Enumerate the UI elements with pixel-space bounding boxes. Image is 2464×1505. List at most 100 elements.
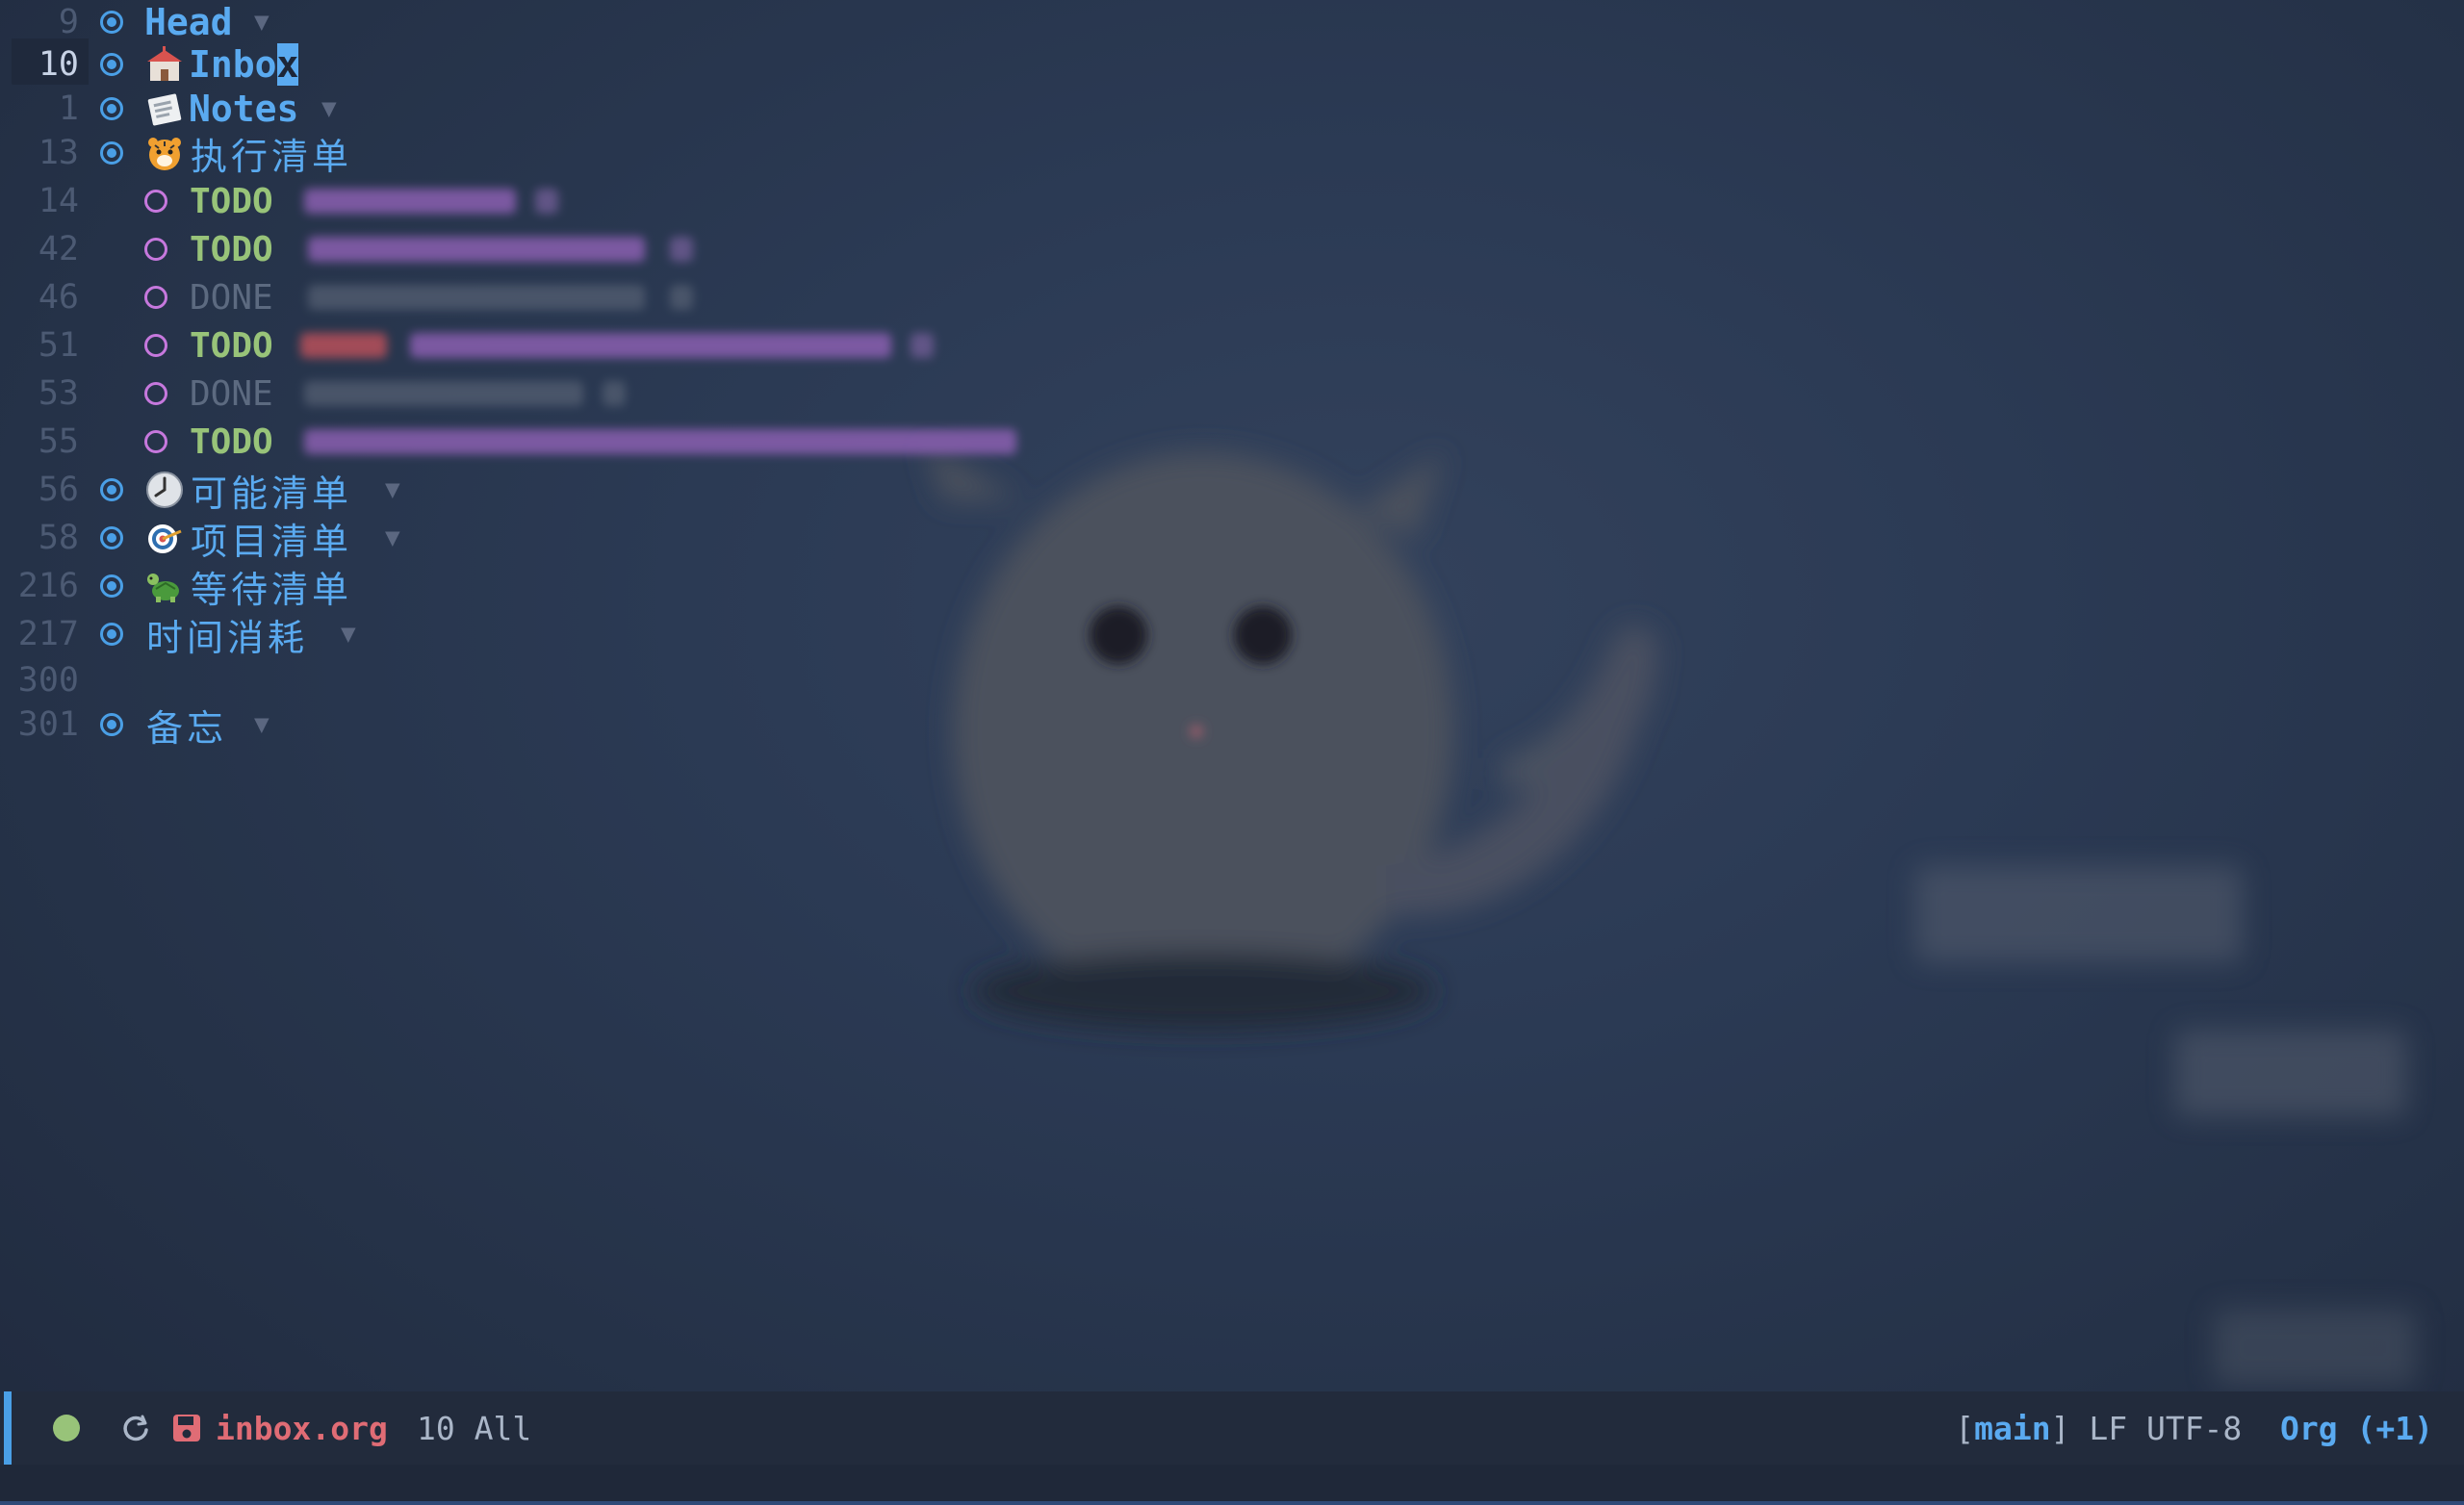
task-row[interactable]: 46 DONE: [0, 275, 1251, 319]
outline-row[interactable]: 217 时间消耗 ▼: [0, 612, 1251, 659]
redacted-task-text: [304, 381, 583, 406]
cursor-position: 10 All: [417, 1409, 532, 1447]
line-number: 9: [58, 3, 79, 41]
heading-text[interactable]: Head: [144, 1, 233, 43]
sync-icon[interactable]: [121, 1414, 150, 1442]
outline-row[interactable]: 1 Notes ▼: [0, 87, 1251, 131]
task-row[interactable]: 53 DONE: [0, 371, 1251, 416]
git-branch[interactable]: main: [1974, 1410, 2050, 1447]
heading-bullet-icon: [100, 713, 123, 736]
heading-bullet-icon: [100, 478, 123, 501]
redacted-task-text: [308, 237, 645, 262]
file-encoding[interactable]: UTF-8: [2146, 1410, 2242, 1447]
heading-bullet-icon: [100, 141, 123, 165]
tiger-emoji-icon: [148, 138, 181, 170]
turtle-emoji-icon: [147, 574, 179, 602]
task-row[interactable]: 55 TODO: [0, 420, 1251, 464]
task-bullet-icon: [144, 430, 167, 453]
redacted-task-text: [670, 237, 693, 262]
todo-keyword[interactable]: TODO: [190, 326, 273, 366]
heading-text[interactable]: Inbox: [189, 43, 299, 86]
redacted-task-text: [911, 333, 934, 358]
done-keyword[interactable]: DONE: [190, 374, 273, 414]
outline-row[interactable]: 9 Head ▼: [0, 0, 1251, 44]
fold-indicator-icon[interactable]: ▼: [385, 475, 400, 504]
task-bullet-icon: [144, 334, 167, 357]
todo-keyword[interactable]: TODO: [190, 230, 273, 269]
task-bullet-icon: [144, 382, 167, 405]
task-row[interactable]: 42 TODO: [0, 227, 1251, 271]
redacted-task-text: [670, 285, 693, 310]
redacted-task-text: [410, 333, 891, 358]
line-number: 300: [17, 661, 79, 700]
buffer-filename[interactable]: inbox.org: [216, 1410, 388, 1447]
org-buffer[interactable]: 9 Head ▼ 10 Inbox 1 Notes ▼ 13 执行清单 14 T…: [0, 0, 2464, 1386]
line-number: 58: [38, 519, 79, 557]
school-emoji-icon: [147, 46, 182, 81]
line-number: 46: [38, 278, 79, 317]
mode-line: inbox.org 10 All [main] LF UTF-8 Org (+1…: [0, 1391, 2464, 1465]
line-number: 51: [38, 326, 79, 365]
line-number: 216: [17, 567, 79, 605]
target-emoji-icon: [148, 524, 182, 553]
line-number: 10: [38, 45, 79, 84]
line-ending[interactable]: LF: [2089, 1410, 2127, 1447]
done-keyword[interactable]: DONE: [190, 278, 273, 318]
heading-text[interactable]: 备忘: [146, 699, 227, 752]
redacted-task-text: [308, 285, 645, 310]
blank-row[interactable]: 300: [0, 658, 1251, 702]
heading-text[interactable]: Notes: [189, 88, 298, 130]
todo-keyword[interactable]: TODO: [190, 182, 273, 221]
redacted-task-text: [304, 189, 516, 214]
heading-bullet-icon: [100, 623, 123, 646]
branch-bracket-open: [: [1955, 1409, 1975, 1447]
frame-border: [0, 1501, 2464, 1505]
line-number: 1: [58, 89, 79, 128]
heading-bullet-icon: [100, 97, 123, 120]
task-bullet-icon: [144, 238, 167, 261]
branch-bracket-close: ]: [2050, 1409, 2070, 1447]
line-number: 56: [38, 471, 79, 509]
heading-text[interactable]: 可能清单: [191, 464, 352, 517]
clock-emoji-icon: [146, 472, 183, 508]
outline-row[interactable]: 216 等待清单: [0, 564, 1251, 611]
line-number: 217: [17, 615, 79, 653]
fold-indicator-icon[interactable]: ▼: [321, 94, 337, 123]
mode-line-right: [main] LF UTF-8 Org (+1): [1955, 1410, 2433, 1447]
outline-row[interactable]: 301 备忘 ▼: [0, 702, 1251, 750]
text-cursor: x: [276, 43, 299, 86]
major-mode[interactable]: Org (+1): [2280, 1410, 2433, 1447]
task-row[interactable]: 51 TODO: [0, 323, 1251, 368]
fold-indicator-icon[interactable]: ▼: [254, 710, 270, 739]
newspaper-emoji-icon: [147, 93, 182, 126]
task-bullet-icon: [144, 286, 167, 309]
heading-text[interactable]: 执行清单: [191, 127, 352, 180]
line-number: 42: [38, 230, 79, 268]
fold-indicator-icon[interactable]: ▼: [341, 620, 356, 649]
save-icon[interactable]: [171, 1413, 202, 1443]
outline-row[interactable]: 58 项目清单 ▼: [0, 516, 1251, 563]
window-active-indicator: [4, 1391, 12, 1465]
fold-indicator-icon[interactable]: ▼: [254, 8, 270, 37]
status-ok-icon: [53, 1415, 80, 1441]
redacted-task-text: [304, 429, 1016, 454]
line-number: 13: [38, 134, 79, 172]
outline-row[interactable]: 13 执行清单: [0, 131, 1251, 178]
heading-bullet-icon: [100, 53, 123, 76]
todo-keyword[interactable]: TODO: [190, 422, 273, 462]
line-number: 301: [17, 705, 79, 744]
outline-row[interactable]: 56 可能清单 ▼: [0, 468, 1251, 515]
heading-bullet-icon: [100, 526, 123, 549]
emacs-window: 9 Head ▼ 10 Inbox 1 Notes ▼ 13 执行清单 14 T…: [0, 0, 2464, 1505]
heading-text[interactable]: 时间消耗: [146, 608, 308, 661]
task-row[interactable]: 14 TODO: [0, 179, 1251, 223]
echo-area[interactable]: [0, 1465, 2464, 1505]
line-number: 55: [38, 422, 79, 461]
task-bullet-icon: [144, 190, 167, 213]
fold-indicator-icon[interactable]: ▼: [385, 523, 400, 552]
line-number: 53: [38, 374, 79, 413]
line-number: 14: [38, 182, 79, 220]
heading-text[interactable]: 等待清单: [191, 560, 352, 613]
heading-text[interactable]: 项目清单: [191, 512, 352, 565]
outline-row-current[interactable]: 10 Inbox: [0, 42, 1251, 87]
